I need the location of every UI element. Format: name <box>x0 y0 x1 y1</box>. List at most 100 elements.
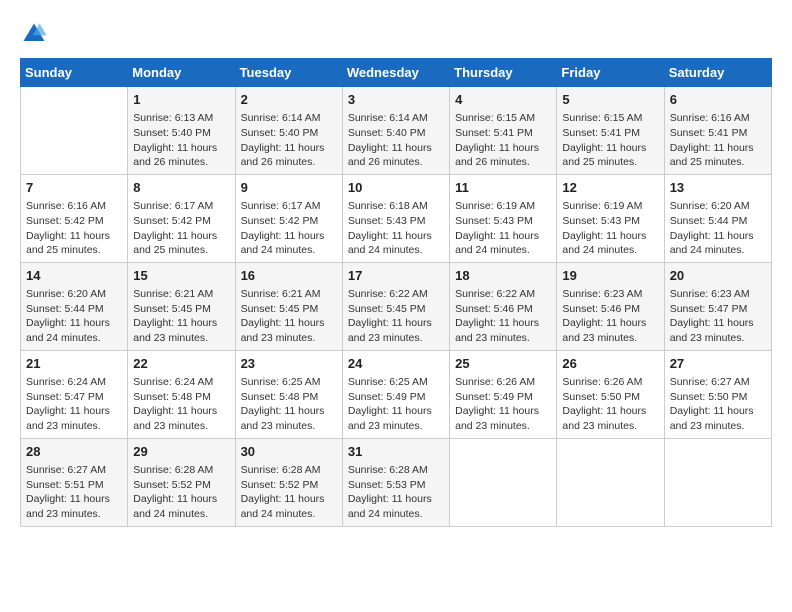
day-info: Sunrise: 6:19 AM Sunset: 5:43 PM Dayligh… <box>455 199 551 258</box>
calendar-cell: 5Sunrise: 6:15 AM Sunset: 5:41 PM Daylig… <box>557 87 664 175</box>
day-info: Sunrise: 6:24 AM Sunset: 5:48 PM Dayligh… <box>133 375 229 434</box>
day-info: Sunrise: 6:22 AM Sunset: 5:45 PM Dayligh… <box>348 287 444 346</box>
day-info: Sunrise: 6:25 AM Sunset: 5:48 PM Dayligh… <box>241 375 337 434</box>
calendar-cell: 25Sunrise: 6:26 AM Sunset: 5:49 PM Dayli… <box>450 350 557 438</box>
calendar-cell: 1Sunrise: 6:13 AM Sunset: 5:40 PM Daylig… <box>128 87 235 175</box>
day-info: Sunrise: 6:28 AM Sunset: 5:53 PM Dayligh… <box>348 463 444 522</box>
day-info: Sunrise: 6:22 AM Sunset: 5:46 PM Dayligh… <box>455 287 551 346</box>
calendar-cell <box>21 87 128 175</box>
day-info: Sunrise: 6:25 AM Sunset: 5:49 PM Dayligh… <box>348 375 444 434</box>
day-number: 4 <box>455 91 551 109</box>
calendar-week-row: 21 Sunrise: 6:24 AM Sunset: 5:47 PM Dayli… <box>21 350 772 438</box>
calendar-cell: 16Sunrise: 6:21 AM Sunset: 5:45 PM Dayli… <box>235 262 342 350</box>
day-number: 2 <box>241 91 337 109</box>
day-number: 6 <box>670 91 766 109</box>
day-number: 7 <box>26 179 122 197</box>
day-info: Sunrise: 6:13 AM Sunset: 5:40 PM Dayligh… <box>133 111 229 170</box>
weekday-header: Tuesday <box>235 59 342 87</box>
day-number: 21 <box>26 355 122 373</box>
weekday-header: Monday <box>128 59 235 87</box>
calendar-cell: 27 Sunrise: 6:27 AM Sunset: 5:50 PM Dayli… <box>664 350 771 438</box>
calendar-table: SundayMondayTuesdayWednesdayThursdayFrid… <box>20 58 772 527</box>
calendar-header-row: SundayMondayTuesdayWednesdayThursdayFrid… <box>21 59 772 87</box>
day-number: 23 <box>241 355 337 373</box>
day-number: 20 <box>670 267 766 285</box>
day-info: Sunrise: 6:17 AM Sunset: 5:42 PM Dayligh… <box>133 199 229 258</box>
day-info: Sunrise: 6:15 AM Sunset: 5:41 PM Dayligh… <box>455 111 551 170</box>
day-info: Sunrise: 6:27 AM Sunset: 5:50 PM Dayligh… <box>670 375 766 434</box>
day-info: Sunrise: 6:26 AM Sunset: 5:50 PM Dayligh… <box>562 375 658 434</box>
day-number: 12 <box>562 179 658 197</box>
calendar-cell: 4 Sunrise: 6:15 AM Sunset: 5:41 PM Daylig… <box>450 87 557 175</box>
calendar-cell: 31Sunrise: 6:28 AM Sunset: 5:53 PM Dayli… <box>342 438 449 526</box>
day-number: 27 <box>670 355 766 373</box>
calendar-cell: 23 Sunrise: 6:25 AM Sunset: 5:48 PM Dayli… <box>235 350 342 438</box>
day-number: 25 <box>455 355 551 373</box>
calendar-cell <box>664 438 771 526</box>
day-info: Sunrise: 6:14 AM Sunset: 5:40 PM Dayligh… <box>241 111 337 170</box>
day-info: Sunrise: 6:16 AM Sunset: 5:42 PM Dayligh… <box>26 199 122 258</box>
day-number: 30 <box>241 443 337 461</box>
day-info: Sunrise: 6:20 AM Sunset: 5:44 PM Dayligh… <box>26 287 122 346</box>
calendar-cell: 28Sunrise: 6:27 AM Sunset: 5:51 PM Dayli… <box>21 438 128 526</box>
day-info: Sunrise: 6:23 AM Sunset: 5:46 PM Dayligh… <box>562 287 658 346</box>
logo <box>20 20 52 48</box>
calendar-cell: 6 Sunrise: 6:16 AM Sunset: 5:41 PM Daylig… <box>664 87 771 175</box>
calendar-cell: 17 Sunrise: 6:22 AM Sunset: 5:45 PM Dayli… <box>342 262 449 350</box>
day-info: Sunrise: 6:24 AM Sunset: 5:47 PM Dayligh… <box>26 375 122 434</box>
day-info: Sunrise: 6:18 AM Sunset: 5:43 PM Dayligh… <box>348 199 444 258</box>
calendar-cell: 9 Sunrise: 6:17 AM Sunset: 5:42 PM Daylig… <box>235 174 342 262</box>
calendar-cell: 3 Sunrise: 6:14 AM Sunset: 5:40 PM Daylig… <box>342 87 449 175</box>
calendar-cell: 30 Sunrise: 6:28 AM Sunset: 5:52 PM Dayli… <box>235 438 342 526</box>
day-number: 19 <box>562 267 658 285</box>
weekday-header: Saturday <box>664 59 771 87</box>
day-number: 26 <box>562 355 658 373</box>
calendar-cell: 12 Sunrise: 6:19 AM Sunset: 5:43 PM Dayli… <box>557 174 664 262</box>
day-info: Sunrise: 6:17 AM Sunset: 5:42 PM Dayligh… <box>241 199 337 258</box>
day-number: 22 <box>133 355 229 373</box>
calendar-cell: 15 Sunrise: 6:21 AM Sunset: 5:45 PM Dayli… <box>128 262 235 350</box>
logo-icon <box>20 20 48 48</box>
calendar-cell <box>450 438 557 526</box>
day-info: Sunrise: 6:16 AM Sunset: 5:41 PM Dayligh… <box>670 111 766 170</box>
day-info: Sunrise: 6:28 AM Sunset: 5:52 PM Dayligh… <box>241 463 337 522</box>
calendar-week-row: 7 Sunrise: 6:16 AM Sunset: 5:42 PM Daylig… <box>21 174 772 262</box>
calendar-week-row: 1Sunrise: 6:13 AM Sunset: 5:40 PM Daylig… <box>21 87 772 175</box>
day-number: 28 <box>26 443 122 461</box>
calendar-cell: 22 Sunrise: 6:24 AM Sunset: 5:48 PM Dayli… <box>128 350 235 438</box>
calendar-cell: 24Sunrise: 6:25 AM Sunset: 5:49 PM Dayli… <box>342 350 449 438</box>
day-number: 13 <box>670 179 766 197</box>
weekday-header: Wednesday <box>342 59 449 87</box>
page-header <box>20 20 772 48</box>
day-number: 15 <box>133 267 229 285</box>
day-info: Sunrise: 6:28 AM Sunset: 5:52 PM Dayligh… <box>133 463 229 522</box>
calendar-cell: 11 Sunrise: 6:19 AM Sunset: 5:43 PM Dayli… <box>450 174 557 262</box>
calendar-cell: 19 Sunrise: 6:23 AM Sunset: 5:46 PM Dayli… <box>557 262 664 350</box>
calendar-cell: 14 Sunrise: 6:20 AM Sunset: 5:44 PM Dayli… <box>21 262 128 350</box>
day-number: 11 <box>455 179 551 197</box>
calendar-cell: 13 Sunrise: 6:20 AM Sunset: 5:44 PM Dayli… <box>664 174 771 262</box>
calendar-cell: 7 Sunrise: 6:16 AM Sunset: 5:42 PM Daylig… <box>21 174 128 262</box>
day-number: 3 <box>348 91 444 109</box>
calendar-cell: 10Sunrise: 6:18 AM Sunset: 5:43 PM Dayli… <box>342 174 449 262</box>
day-info: Sunrise: 6:19 AM Sunset: 5:43 PM Dayligh… <box>562 199 658 258</box>
day-number: 14 <box>26 267 122 285</box>
calendar-cell: 21 Sunrise: 6:24 AM Sunset: 5:47 PM Dayli… <box>21 350 128 438</box>
day-info: Sunrise: 6:21 AM Sunset: 5:45 PM Dayligh… <box>133 287 229 346</box>
day-number: 17 <box>348 267 444 285</box>
calendar-week-row: 14 Sunrise: 6:20 AM Sunset: 5:44 PM Dayli… <box>21 262 772 350</box>
calendar-cell: 18 Sunrise: 6:22 AM Sunset: 5:46 PM Dayli… <box>450 262 557 350</box>
day-number: 18 <box>455 267 551 285</box>
calendar-cell: 26 Sunrise: 6:26 AM Sunset: 5:50 PM Dayli… <box>557 350 664 438</box>
weekday-header: Friday <box>557 59 664 87</box>
weekday-header: Sunday <box>21 59 128 87</box>
day-info: Sunrise: 6:21 AM Sunset: 5:45 PM Dayligh… <box>241 287 337 346</box>
calendar-cell <box>557 438 664 526</box>
day-info: Sunrise: 6:20 AM Sunset: 5:44 PM Dayligh… <box>670 199 766 258</box>
day-number: 8 <box>133 179 229 197</box>
day-number: 9 <box>241 179 337 197</box>
day-info: Sunrise: 6:14 AM Sunset: 5:40 PM Dayligh… <box>348 111 444 170</box>
day-info: Sunrise: 6:15 AM Sunset: 5:41 PM Dayligh… <box>562 111 658 170</box>
weekday-header: Thursday <box>450 59 557 87</box>
calendar-cell: 20Sunrise: 6:23 AM Sunset: 5:47 PM Dayli… <box>664 262 771 350</box>
